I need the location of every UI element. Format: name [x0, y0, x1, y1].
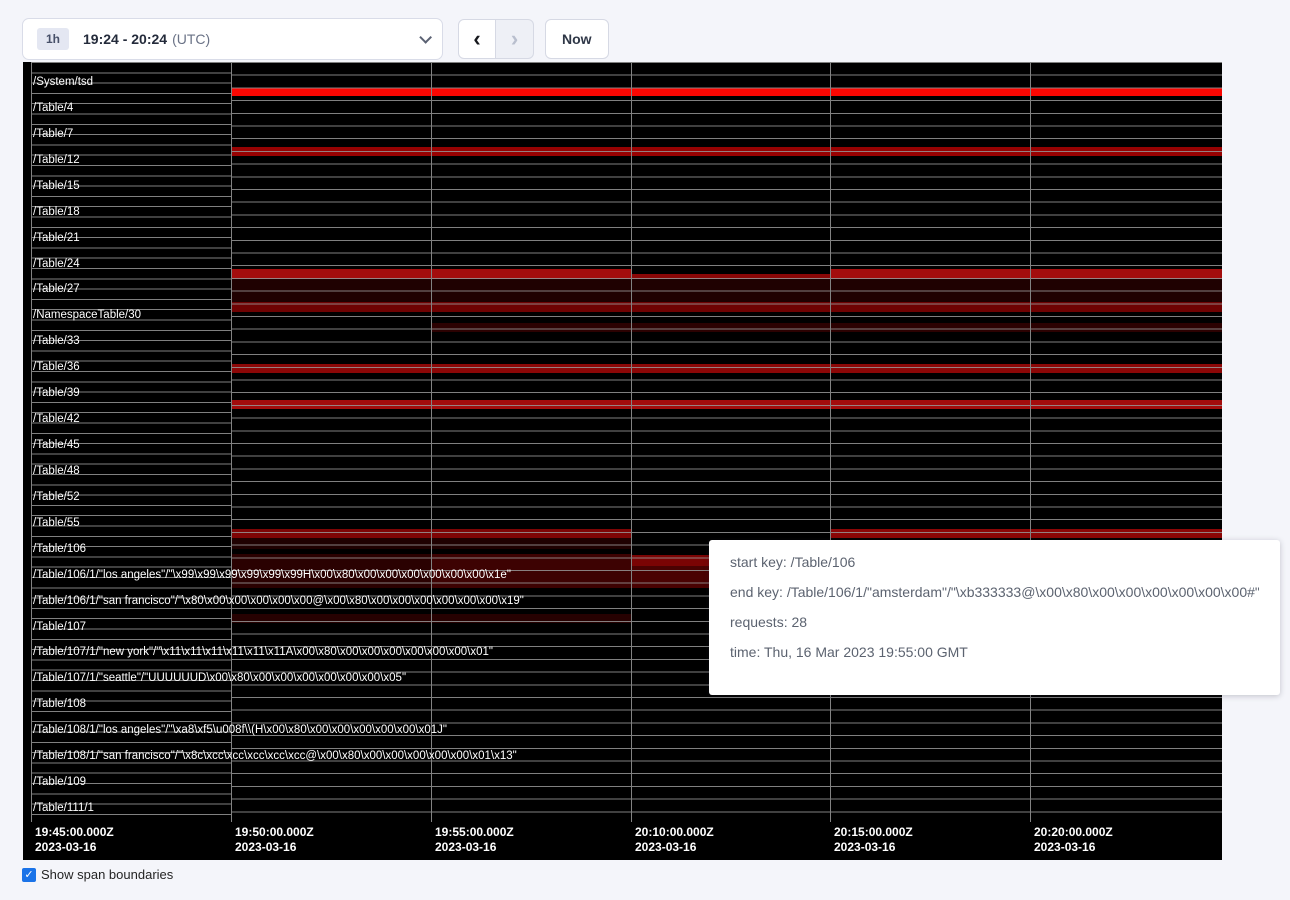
next-range-button[interactable]: ›: [496, 19, 534, 59]
row-key-label: /Table/106/1/"los angeles"/"\x99\x99\x99…: [33, 569, 511, 581]
show-span-boundaries-label: Show span boundaries: [41, 867, 173, 882]
time-axis-tick: 20:15:00.000Z2023-03-16: [834, 825, 913, 855]
time-axis-tick: 19:50:00.000Z2023-03-16: [235, 825, 314, 855]
row-key-label: /Table/108/1/"san francisco"/"\x8c\xcc\x…: [33, 750, 517, 762]
now-button[interactable]: Now: [545, 19, 609, 59]
row-key-label: /Table/106/1/"san francisco"/"\x80\x00\x…: [33, 595, 524, 607]
row-key-label: /Table/108: [33, 698, 86, 710]
time-bucket-column[interactable]: [631, 62, 830, 822]
time-bucket-column[interactable]: [830, 62, 1030, 822]
range-duration-badge: 1h: [37, 28, 69, 50]
row-key-label: /Table/4: [33, 102, 73, 114]
heat-band: [231, 538, 631, 549]
key-visualizer-page: { "toolbar": { "range_badge": "1h", "ran…: [0, 0, 1290, 900]
heat-band: [231, 400, 1222, 409]
heat-band: [231, 88, 1222, 96]
row-key-label: /Table/107/1/"new york"/"\x11\x11\x11\x1…: [33, 646, 493, 658]
row-key-label: /Table/109: [33, 776, 86, 788]
row-key-label: /NamespaceTable/30: [33, 309, 141, 321]
heat-band: [631, 566, 709, 588]
time-nav-group: ‹ ›: [458, 19, 534, 59]
heat-band: [631, 555, 709, 566]
tooltip-line: requests: 28: [730, 614, 1259, 630]
row-key-label: /Table/18: [33, 206, 80, 218]
heat-band: [231, 364, 1222, 373]
row-key-label: /Table/106: [33, 543, 86, 555]
row-key-label: /Table/48: [33, 465, 80, 477]
heat-band: [231, 529, 631, 538]
row-key-label: /Table/15: [33, 180, 80, 192]
key-visualizer-heatmap[interactable]: /System/tsd/Table/4/Table/7/Table/12/Tab…: [23, 62, 1222, 860]
row-key-label: /Table/108/1/"los angeles"/"\xa8\xf5\u00…: [33, 724, 447, 736]
heat-band: [231, 279, 1222, 303]
row-key-label: /Table/111/1: [33, 802, 94, 814]
heat-band: [231, 302, 1222, 312]
time-bucket-column[interactable]: [431, 62, 631, 822]
row-key-label: /Table/21: [33, 232, 80, 244]
range-text: 19:24 - 20:24: [83, 31, 167, 47]
time-bucket-column[interactable]: [1030, 62, 1222, 822]
row-key-label: /System/tsd: [33, 76, 93, 88]
row-key-label: /Table/12: [33, 154, 80, 166]
row-key-label: /Table/36: [33, 361, 80, 373]
time-bucket-column[interactable]: [231, 62, 431, 822]
heat-band: [830, 529, 1222, 538]
row-key-label: /Table/107: [33, 621, 86, 633]
row-key-label: /Table/39: [33, 387, 80, 399]
row-key-label: /Table/7: [33, 128, 73, 140]
show-span-boundaries-checkbox[interactable]: ✓: [22, 868, 36, 882]
time-axis-tick: 19:55:00.000Z2023-03-16: [435, 825, 514, 855]
tooltip-line: time: Thu, 16 Mar 2023 19:55:00 GMT: [730, 644, 1259, 660]
time-axis-tick: 19:45:00.000Z2023-03-16: [35, 825, 114, 855]
row-key-label: /Table/42: [33, 413, 80, 425]
time-axis-tick: 20:10:00.000Z2023-03-16: [635, 825, 714, 855]
row-key-label: /Table/55: [33, 517, 80, 529]
chevron-down-icon: [419, 31, 432, 44]
heat-band: [830, 269, 1222, 279]
row-key-label: /Table/24: [33, 258, 80, 270]
footer-controls: ✓ Show span boundaries: [22, 867, 173, 882]
heat-band: [431, 323, 1222, 332]
row-key-label: /Table/52: [33, 491, 80, 503]
range-timezone: (UTC): [172, 31, 210, 47]
time-axis-tick: 20:20:00.000Z2023-03-16: [1034, 825, 1113, 855]
heat-band: [231, 269, 631, 279]
row-key-label: /Table/45: [33, 439, 80, 451]
tooltip-line: end key: /Table/106/1/"amsterdam"/"\xb33…: [730, 584, 1259, 600]
span-tooltip: start key: /Table/106 end key: /Table/106…: [709, 540, 1280, 695]
row-key-label: /Table/33: [33, 335, 80, 347]
heat-band: [231, 614, 631, 623]
heat-band: [231, 147, 1222, 156]
tooltip-line: start key: /Table/106: [730, 554, 1259, 570]
row-key-label: /Table/107/1/"seattle"/"UUUUUUD\x00\x80\…: [33, 672, 406, 684]
prev-range-button[interactable]: ‹: [458, 19, 496, 59]
toolbar: 1h 19:24 - 20:24 (UTC) ‹ › Now: [22, 18, 609, 60]
time-range-select[interactable]: 1h 19:24 - 20:24 (UTC): [22, 18, 443, 60]
row-key-label: /Table/27: [33, 283, 80, 295]
